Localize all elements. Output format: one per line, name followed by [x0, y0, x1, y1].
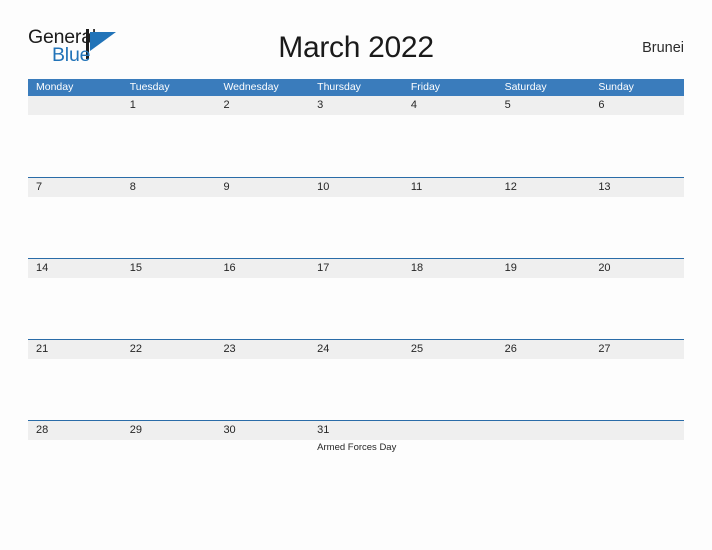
page-title: March 2022 [278, 31, 434, 64]
calendar-day-cell[interactable]: 27 [590, 340, 685, 420]
calendar-week-row: 28 29 30 31 Armed Forces Day [28, 420, 685, 501]
day-number: 21 [36, 343, 49, 355]
day-number: 29 [129, 424, 142, 436]
day-number: 17 [317, 262, 330, 274]
weekday-header-saturday: Saturday [504, 81, 547, 93]
calendar-page: General Blue March 2022 Brunei Monday Tu… [0, 0, 712, 550]
day-number: 19 [504, 262, 517, 274]
weekday-header-tuesday: Tuesday [129, 81, 170, 93]
calendar-week-row: 21 22 23 24 25 26 27 [28, 339, 685, 420]
day-number: 31 [317, 424, 330, 436]
day-number: 9 [223, 181, 230, 193]
calendar-week-row: 7 8 9 10 11 12 13 [28, 177, 685, 258]
weekday-header-thursday: Thursday [317, 81, 361, 93]
day-number: 13 [598, 181, 611, 193]
calendar-day-cell[interactable]: 4 [402, 96, 497, 176]
day-number: 24 [317, 343, 330, 355]
calendar-day-cell[interactable] [402, 421, 497, 501]
calendar-day-cell[interactable]: 30 [215, 421, 310, 501]
calendar-day-cell[interactable]: 22 [121, 340, 216, 420]
day-number: 7 [36, 181, 43, 193]
calendar-day-cell[interactable]: 25 [402, 340, 497, 420]
day-number: 5 [504, 99, 511, 111]
day-number: 25 [410, 343, 424, 355]
page-header: General Blue March 2022 Brunei [28, 22, 684, 74]
day-number: 3 [317, 99, 324, 111]
calendar-week-row: 1 2 3 4 5 6 [28, 96, 685, 177]
calendar-day-cell[interactable]: 7 [28, 178, 122, 258]
day-number: 27 [598, 343, 611, 355]
calendar-day-cell[interactable]: 14 [28, 259, 122, 339]
calendar-day-cell[interactable] [28, 96, 122, 176]
day-number: 23 [223, 343, 236, 355]
calendar-day-cell[interactable]: 9 [215, 178, 310, 258]
calendar-day-cell[interactable]: 1 [121, 96, 216, 176]
day-number: 4 [410, 99, 417, 111]
calendar-day-cell[interactable]: 12 [496, 178, 591, 258]
weekday-header-monday: Monday [36, 81, 74, 93]
day-number: 11 [410, 181, 423, 193]
weekday-header-sunday: Sunday [598, 81, 634, 93]
calendar-day-cell[interactable]: 13 [590, 178, 685, 258]
calendar-day-cell[interactable]: 8 [121, 178, 216, 258]
day-number: 2 [223, 99, 230, 111]
calendar-day-cell[interactable]: 24 [309, 340, 403, 420]
calendar-day-cell[interactable]: 16 [215, 259, 310, 339]
day-number: 8 [129, 181, 136, 193]
day-number: 12 [504, 181, 517, 193]
calendar-day-cell[interactable]: 11 [402, 178, 497, 258]
calendar-day-cell[interactable]: 5 [496, 96, 591, 176]
day-number: 10 [317, 181, 330, 193]
calendar-day-cell[interactable]: 19 [496, 259, 591, 339]
calendar-day-cell[interactable]: 31 Armed Forces Day [309, 421, 403, 501]
calendar-day-cell[interactable]: 26 [496, 340, 591, 420]
calendar-day-cell[interactable] [496, 421, 591, 501]
day-number: 16 [223, 262, 236, 274]
holiday-label: Armed Forces Day [317, 442, 397, 453]
day-number: 1 [129, 99, 136, 111]
day-number: 6 [598, 99, 605, 111]
calendar-day-cell[interactable]: 20 [590, 259, 685, 339]
calendar-day-cell[interactable]: 18 [402, 259, 497, 339]
calendar-week-row: 14 15 16 17 18 19 20 [28, 258, 685, 339]
day-number: 22 [129, 343, 142, 355]
weekday-header-row: Monday Tuesday Wednesday Thursday Friday… [28, 79, 684, 96]
calendar-day-cell[interactable]: 23 [215, 340, 310, 420]
day-number: 30 [223, 424, 236, 436]
calendar-day-cell[interactable]: 6 [590, 96, 685, 176]
day-number: 15 [129, 262, 142, 274]
calendar-day-cell[interactable]: 17 [309, 259, 403, 339]
day-number: 28 [36, 424, 49, 436]
calendar-weeks: 1 2 3 4 5 6 7 8 9 10 11 12 13 14 15 16 17 18 19 20 21 22 23 24 2… [28, 96, 685, 501]
day-number: 14 [36, 262, 49, 274]
calendar-day-cell[interactable]: 15 [121, 259, 216, 339]
calendar-day-cell[interactable]: 21 [28, 340, 122, 420]
calendar-day-cell[interactable]: 28 [28, 421, 122, 501]
calendar-day-cell[interactable]: 29 [121, 421, 216, 501]
weekday-header-wednesday: Wednesday [223, 81, 279, 93]
day-number: 26 [504, 343, 517, 355]
calendar-day-cell[interactable]: 2 [215, 96, 310, 176]
calendar-day-cell[interactable]: 3 [309, 96, 403, 176]
day-events: Armed Forces Day [317, 442, 400, 454]
calendar-day-cell[interactable] [590, 421, 685, 501]
calendar-grid: Monday Tuesday Wednesday Thursday Friday… [28, 79, 685, 501]
day-number: 20 [598, 262, 611, 274]
weekday-header-friday: Friday [410, 81, 441, 93]
day-number: 18 [410, 262, 424, 274]
country-label: Brunei [642, 40, 684, 56]
calendar-day-cell[interactable]: 10 [309, 178, 403, 258]
